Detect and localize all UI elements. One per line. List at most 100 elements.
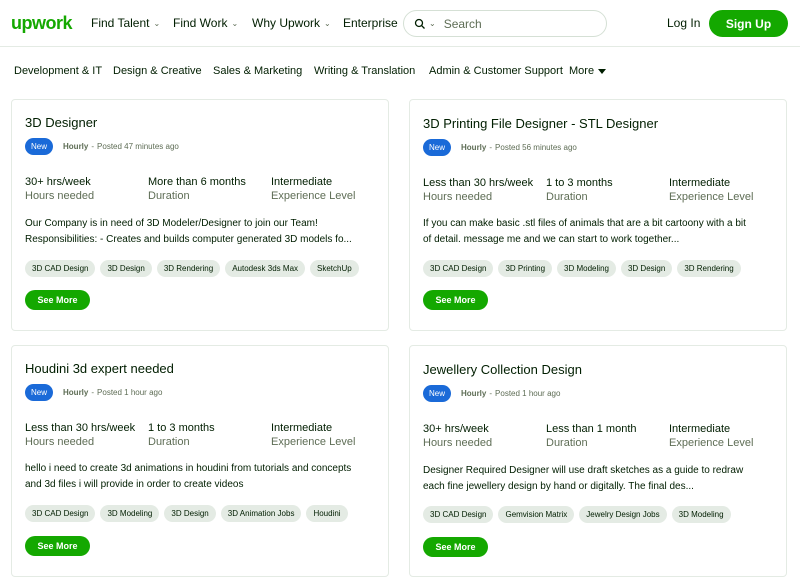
skill-tag[interactable]: 3D Modeling xyxy=(671,506,731,523)
skill-tag[interactable]: 3D Rendering xyxy=(677,260,741,277)
search-box[interactable]: ⌄ xyxy=(403,10,607,37)
new-badge: New xyxy=(25,384,54,401)
skill-tag[interactable]: 3D Modeling xyxy=(557,260,616,277)
stat-level: Intermediate Experience Level xyxy=(271,422,355,448)
skill-tag[interactable]: 3D Printing xyxy=(498,260,553,277)
job-description: If you can make basic .stl files of anim… xyxy=(423,216,773,248)
job-card: 3D Designer New Hourly - Posted 47 minut… xyxy=(11,99,389,331)
skill-tag[interactable]: 3D Rendering xyxy=(156,260,221,277)
skill-tag[interactable]: 3D Design xyxy=(164,505,216,522)
job-rate-type: Hourly xyxy=(461,143,487,152)
stat-duration-label: Duration xyxy=(546,437,588,449)
job-description-line: and 3d files i will provide in order to … xyxy=(25,479,244,490)
job-rate-type: Hourly xyxy=(461,389,487,398)
stat-level-label: Experience Level xyxy=(669,437,754,449)
job-title[interactable]: 3D Designer xyxy=(25,115,97,130)
category-design-creative[interactable]: Design & Creative xyxy=(113,65,202,77)
stat-hours-value: 30+ hrs/week xyxy=(423,423,489,435)
skill-tags: 3D CAD Design 3D Printing 3D Modeling 3D… xyxy=(423,260,741,277)
job-description: hello i need to create 3d animations in … xyxy=(25,461,375,493)
stat-duration: 1 to 3 months Duration xyxy=(148,422,215,448)
nav-why-upwork-label: Why Upwork xyxy=(252,16,321,30)
signup-button[interactable]: Sign Up xyxy=(709,10,788,37)
job-description-line: Our Company is in need of 3D Modeler/Des… xyxy=(25,218,318,229)
category-more[interactable]: More xyxy=(569,65,607,77)
new-badge: New xyxy=(423,385,452,402)
stat-duration-value: More than 6 months xyxy=(148,176,246,188)
skill-tag[interactable]: Jewelry Design Jobs xyxy=(579,506,667,523)
job-description-line: If you can make basic .stl files of anim… xyxy=(423,218,746,229)
login-link[interactable]: Log In xyxy=(667,16,700,30)
chevron-down-icon: ⌄ xyxy=(153,18,161,28)
job-card: Jewellery Collection Design New Hourly -… xyxy=(409,345,787,577)
category-sales-marketing[interactable]: Sales & Marketing xyxy=(213,65,302,77)
skill-tag[interactable]: SketchUp xyxy=(310,260,359,277)
job-stats: 30+ hrs/week Hours needed Less than 1 mo… xyxy=(423,423,773,453)
skill-tag[interactable]: 3D Design xyxy=(620,260,673,277)
skill-tags: 3D CAD Design 3D Design 3D Rendering Aut… xyxy=(25,260,359,277)
job-description: Our Company is in need of 3D Modeler/Des… xyxy=(25,216,375,248)
nav-find-talent-label: Find Talent xyxy=(91,16,150,30)
job-description-line: Responsibilities: - Creates and builds c… xyxy=(25,234,352,245)
skill-tag[interactable]: 3D Design xyxy=(100,260,152,277)
job-title[interactable]: Jewellery Collection Design xyxy=(423,362,582,377)
stat-level: Intermediate Experience Level xyxy=(669,177,753,203)
job-description-line: each fine jewellery design by hand or di… xyxy=(423,481,694,492)
job-stats: Less than 30 hrs/week Hours needed 1 to … xyxy=(25,422,375,452)
skill-tag[interactable]: 3D CAD Design xyxy=(25,260,96,277)
job-rate-type: Hourly xyxy=(63,142,89,151)
stat-hours-value: 30+ hrs/week xyxy=(25,176,91,188)
stat-duration-value: Less than 1 month xyxy=(546,423,637,435)
stat-hours: Less than 30 hrs/week Hours needed xyxy=(423,177,533,203)
category-more-label: More xyxy=(569,65,595,77)
stat-duration-label: Duration xyxy=(148,436,190,448)
see-more-button[interactable]: See More xyxy=(25,536,90,556)
job-meta: New Hourly - Posted 1 hour ago xyxy=(25,384,162,401)
category-admin-support[interactable]: Admin & Customer Support xyxy=(429,65,563,77)
stat-duration-label: Duration xyxy=(148,190,190,202)
search-icon xyxy=(414,18,425,29)
category-development-it[interactable]: Development & IT xyxy=(14,65,102,77)
skill-tag[interactable]: 3D CAD Design xyxy=(25,505,96,522)
search-input[interactable] xyxy=(443,16,594,31)
skill-tag[interactable]: 3D CAD Design xyxy=(423,506,494,523)
job-card: Houdini 3d expert needed New Hourly - Po… xyxy=(11,345,389,577)
stat-level-value: Intermediate xyxy=(669,177,731,189)
see-more-button[interactable]: See More xyxy=(423,290,488,310)
job-description-line: of detail. message me and we can start t… xyxy=(423,234,680,245)
job-title[interactable]: 3D Printing File Designer - STL Designer xyxy=(423,116,658,131)
upwork-logo[interactable]: upwork xyxy=(11,13,73,34)
see-more-button[interactable]: See More xyxy=(423,537,488,557)
skill-tag[interactable]: Autodesk 3ds Max xyxy=(225,260,306,277)
skill-tag[interactable]: 3D CAD Design xyxy=(423,260,494,277)
skill-tag[interactable]: 3D Modeling xyxy=(100,505,160,522)
category-writing-translation[interactable]: Writing & Translation xyxy=(314,65,415,77)
job-description-line: Designer Required Designer will use draf… xyxy=(423,465,744,476)
stat-duration-value: 1 to 3 months xyxy=(546,177,613,189)
see-more-button[interactable]: See More xyxy=(25,290,90,310)
stat-hours-value: Less than 30 hrs/week xyxy=(423,177,534,189)
new-badge: New xyxy=(423,139,452,156)
stat-hours-label: Hours needed xyxy=(25,436,95,448)
nav-enterprise[interactable]: Enterprise xyxy=(343,16,398,30)
stat-level-value: Intermediate xyxy=(271,422,333,434)
job-description-line: hello i need to create 3d animations in … xyxy=(25,463,352,474)
stat-level-label: Experience Level xyxy=(669,191,754,203)
meta-separator: - xyxy=(91,388,95,397)
meta-separator: - xyxy=(489,389,493,398)
skill-tag[interactable]: Houdini xyxy=(306,505,348,522)
stat-hours-label: Hours needed xyxy=(25,190,95,202)
top-header: upwork Find Talent ⌄ Find Work ⌄ Why Upw… xyxy=(0,0,800,47)
stat-hours: 30+ hrs/week Hours needed xyxy=(25,176,94,202)
job-posted-time: Posted 1 hour ago xyxy=(97,388,163,397)
meta-separator: - xyxy=(91,142,95,151)
nav-find-work[interactable]: Find Work ⌄ xyxy=(173,16,238,30)
skill-tag[interactable]: 3D Animation Jobs xyxy=(220,505,302,522)
search-type-chevron-icon[interactable]: ⌄ xyxy=(429,19,436,28)
job-description: Designer Required Designer will use draf… xyxy=(423,463,773,495)
skill-tag[interactable]: Gemvision Matrix xyxy=(498,506,575,523)
category-bar: Development & IT Design & Creative Sales… xyxy=(0,47,800,95)
job-title[interactable]: Houdini 3d expert needed xyxy=(25,361,174,376)
nav-why-upwork[interactable]: Why Upwork ⌄ xyxy=(252,16,331,30)
nav-find-talent[interactable]: Find Talent ⌄ xyxy=(91,16,160,30)
